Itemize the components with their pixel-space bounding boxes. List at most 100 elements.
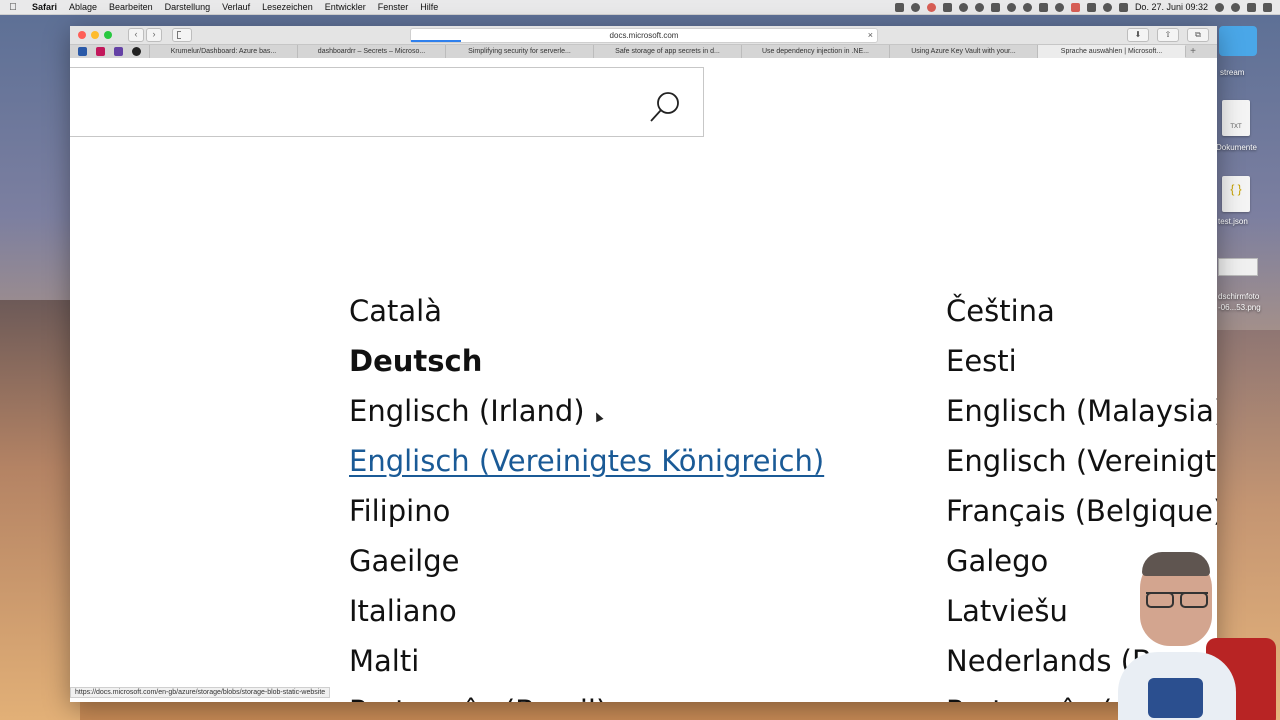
desktop-item-test-json[interactable]: test.json xyxy=(1218,217,1248,226)
menu-darstellung[interactable]: Darstellung xyxy=(159,2,217,12)
address-text: docs.microsoft.com xyxy=(609,31,679,40)
bookmark-app-icon[interactable] xyxy=(78,47,87,56)
menu-fenster[interactable]: Fenster xyxy=(372,2,415,12)
language-deutsch[interactable]: Deutsch xyxy=(349,344,482,378)
glasses xyxy=(1146,592,1208,608)
json-glyph: { } xyxy=(1230,182,1242,196)
desktop-item-screenshot-name[interactable]: -06...53.png xyxy=(1218,303,1261,312)
back-icon[interactable]: ‹ xyxy=(128,28,144,42)
apple-menu-icon[interactable]:  xyxy=(0,2,26,13)
screenshot-file-icon[interactable] xyxy=(1218,258,1258,276)
menu-bar:  Safari Ablage Bearbeiten Darstellung V… xyxy=(0,0,1280,15)
language-portugues-brasil[interactable]: Português (Brasil) xyxy=(349,694,607,702)
search-box[interactable] xyxy=(70,67,704,137)
fullscreen-window-button[interactable] xyxy=(104,31,112,39)
dropbox-icon[interactable] xyxy=(894,2,904,12)
favorites-bar xyxy=(70,47,149,56)
volume-icon[interactable] xyxy=(1118,2,1128,12)
desktop-item-stream[interactable]: stream xyxy=(1220,68,1244,77)
language-francais-belgique[interactable]: Français (Belgique) xyxy=(946,494,1217,528)
language-englisch-uk[interactable]: Englisch (Vereinigtes Königreich) xyxy=(349,444,824,478)
tab-2[interactable]: Simplifying security for serverle... xyxy=(445,45,593,58)
sync-icon[interactable] xyxy=(958,2,968,12)
desktop-item-screenshot[interactable]: dschirmfoto xyxy=(1218,292,1259,301)
notification-center-icon[interactable] xyxy=(1263,2,1272,12)
doc-type-label: TXT xyxy=(1230,124,1242,130)
close-window-button[interactable] xyxy=(78,31,86,39)
language-eesti[interactable]: Eesti xyxy=(946,344,1017,378)
language-englisch-irland[interactable]: Englisch (Irland) xyxy=(349,394,585,428)
menu-ablage[interactable]: Ablage xyxy=(63,2,103,12)
status-tray: Do. 27. Juni 09:32 xyxy=(894,2,1280,12)
slack-icon[interactable] xyxy=(96,47,105,56)
address-bar[interactable]: docs.microsoft.com × xyxy=(410,28,878,43)
menu-clock[interactable]: Do. 27. Juni 09:32 xyxy=(1135,2,1208,12)
clock-icon[interactable] xyxy=(1054,2,1064,12)
desktop-item-dokumente[interactable]: Dokumente xyxy=(1216,143,1257,152)
tab-bar: Krumelur/Dashboard: Azure bas... dashboa… xyxy=(70,44,1217,59)
document-icon[interactable]: TXT xyxy=(1222,100,1250,136)
tab-active[interactable]: Sprache auswählen | Microsoft... xyxy=(1037,45,1185,58)
window-controls xyxy=(70,31,112,39)
language-englisch-malaysia[interactable]: Englisch (Malaysia) xyxy=(946,394,1217,428)
webcam-presenter xyxy=(1108,548,1280,720)
language-cestina[interactable]: Čeština xyxy=(946,294,1055,328)
menu-app-name[interactable]: Safari xyxy=(26,2,63,12)
language-italiano[interactable]: Italiano xyxy=(349,594,457,628)
downloads-icon[interactable]: ⬇ xyxy=(1127,28,1149,42)
presenter-hair xyxy=(1142,552,1210,576)
safari-window: ‹ › docs.microsoft.com × ⬇ ⇧ ⧉ Krumelur/… xyxy=(70,26,1217,702)
bluetooth-icon[interactable] xyxy=(1038,2,1048,12)
tab-1[interactable]: dashboardrr – Secrets – Microso... xyxy=(297,45,445,58)
airplay-icon[interactable] xyxy=(1086,2,1096,12)
language-englisch-vereinigte[interactable]: Englisch (Vereinigte xyxy=(946,444,1217,478)
browser-toolbar: ‹ › docs.microsoft.com × ⬇ ⇧ ⧉ xyxy=(70,26,1217,44)
eye-icon[interactable] xyxy=(974,2,984,12)
menu-bearbeiten[interactable]: Bearbeiten xyxy=(103,2,159,12)
tab-4[interactable]: Use dependency injection in .NE... xyxy=(741,45,889,58)
twitch-icon[interactable] xyxy=(114,47,123,56)
wifi-icon[interactable] xyxy=(1102,2,1112,12)
display-icon[interactable] xyxy=(942,2,952,12)
search-input[interactable] xyxy=(80,78,624,128)
status-bar-url: https://docs.microsoft.com/en-gb/azure/s… xyxy=(70,687,331,698)
tab-0[interactable]: Krumelur/Dashboard: Azure bas... xyxy=(149,45,297,58)
json-file-icon[interactable]: { } xyxy=(1222,176,1250,212)
menu-verlauf[interactable]: Verlauf xyxy=(216,2,256,12)
page-load-progress xyxy=(411,40,461,42)
page-content: Català Deutsch Englisch (Irland) Englisc… xyxy=(70,58,1217,702)
desktop-wallpaper-left xyxy=(0,300,80,720)
battery-icon[interactable] xyxy=(1070,2,1080,12)
desktop-folder-icon[interactable] xyxy=(1219,26,1257,56)
language-filipino[interactable]: Filipino xyxy=(349,494,450,528)
language-gaeilge[interactable]: Gaeilge xyxy=(349,544,459,578)
time-machine-icon[interactable] xyxy=(1022,2,1032,12)
search-icon[interactable] xyxy=(648,90,682,124)
new-tab-icon[interactable]: + xyxy=(1185,46,1200,57)
tab-overview-icon[interactable]: ⧉ xyxy=(1187,28,1209,42)
menu-lesezeichen[interactable]: Lesezeichen xyxy=(256,2,319,12)
siri-icon[interactable] xyxy=(1231,2,1240,12)
language-malti[interactable]: Malti xyxy=(349,644,419,678)
minimize-window-button[interactable] xyxy=(91,31,99,39)
forward-icon[interactable]: › xyxy=(146,28,162,42)
github-icon[interactable] xyxy=(132,47,141,56)
language-latviesu[interactable]: Latviešu xyxy=(946,594,1068,628)
language-galego[interactable]: Galego xyxy=(946,544,1048,578)
tab-3[interactable]: Safe storage of app secrets in d... xyxy=(593,45,741,58)
sidebar-toggle-icon[interactable] xyxy=(172,28,192,42)
stop-loading-icon[interactable]: × xyxy=(868,29,873,42)
globe-icon[interactable] xyxy=(1006,2,1016,12)
language-portugues[interactable]: Português ( xyxy=(946,694,1112,702)
tray-app-icon[interactable] xyxy=(910,2,920,12)
mouse-cursor-icon xyxy=(592,410,604,423)
menu-entwickler[interactable]: Entwickler xyxy=(319,2,372,12)
language-catala[interactable]: Català xyxy=(349,294,442,328)
menu-hilfe[interactable]: Hilfe xyxy=(414,2,444,12)
grid-icon[interactable] xyxy=(990,2,1000,12)
spotlight-icon[interactable] xyxy=(1215,2,1224,12)
recording-icon[interactable] xyxy=(926,2,936,12)
user-icon[interactable] xyxy=(1247,2,1256,12)
tab-5[interactable]: Using Azure Key Vault with your... xyxy=(889,45,1037,58)
share-icon[interactable]: ⇧ xyxy=(1157,28,1179,42)
